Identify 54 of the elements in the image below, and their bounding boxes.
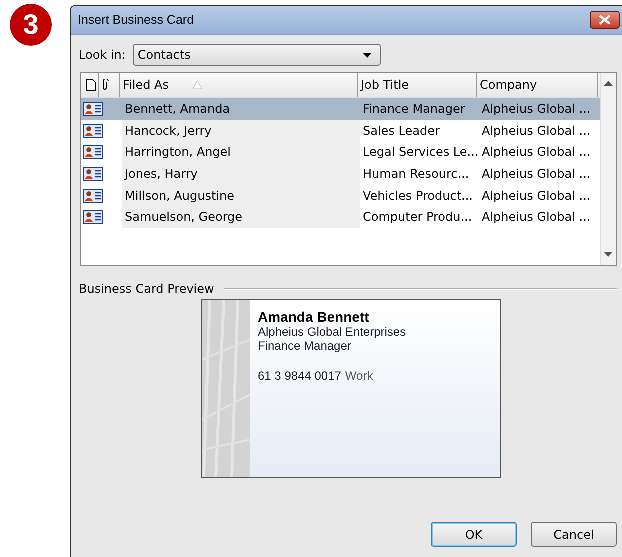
- window-title: Insert Business Card: [78, 13, 194, 27]
- scroll-down-icon: [604, 252, 613, 257]
- scroll-up-icon: [604, 81, 613, 86]
- document-icon: [86, 79, 96, 91]
- table-cell: Samuelson, George: [122, 206, 360, 228]
- contact-row[interactable]: Millson, Augustine Vehicles Product... Alpheius Global ...: [81, 184, 600, 206]
- table-cell-text: Alpheius Global ...: [481, 166, 592, 181]
- table-cell: Harrington, Angel: [122, 141, 360, 164]
- table-cell-text: Alpheius Global ...: [481, 188, 592, 203]
- look-in-dropdown[interactable]: Contacts: [132, 44, 381, 66]
- column-header[interactable]: Job Title: [358, 73, 477, 97]
- contact-card-icon: [83, 210, 103, 224]
- contact-card-icon: [83, 124, 103, 138]
- column-header[interactable]: Company: [477, 73, 598, 97]
- phone-number: 61 3 9844 0017: [258, 369, 342, 383]
- table-cell: Millson, Augustine: [122, 184, 360, 206]
- contact-card-icon: [83, 145, 103, 160]
- contact-card-icon: [83, 188, 103, 203]
- table-cell: Jones, Harry: [122, 163, 360, 185]
- contact-card-icon: [83, 102, 103, 116]
- job-title: Finance Manager: [258, 339, 352, 353]
- preview-label: Business Card Preview: [79, 282, 214, 296]
- table-cell-text: Alpheius Global ...: [481, 145, 592, 160]
- table-cell-text: Computer Produ...: [362, 210, 474, 224]
- table-cell: Hancock, Jerry: [122, 120, 360, 142]
- contact-row[interactable]: Harrington, Angel Legal Services Le... Alpheius Global ...: [81, 141, 600, 164]
- contact-card-icon: [83, 166, 103, 181]
- table-cell-text: Bennett, Amanda: [124, 100, 232, 118]
- table-cell-text: Legal Services Le...: [362, 145, 479, 160]
- sort-arrow-icon: [192, 81, 202, 89]
- contact-row[interactable]: Jones, Harry Human Resourc... Alpheius Global ...: [81, 163, 600, 185]
- contact-name: Amanda Bennett: [258, 309, 370, 325]
- table-cell-text: Alpheius Global ...: [481, 102, 592, 116]
- table-cell-text: Alpheius Global ...: [481, 124, 592, 138]
- caret-icon: [362, 52, 372, 58]
- table-cell-text: Finance Manager: [362, 102, 466, 116]
- company-name: Alpheius Global Enterprises: [258, 325, 406, 339]
- contact-row[interactable]: Samuelson, George Computer Produ... Alpheius Global ...: [81, 206, 600, 228]
- step-number-badge: 3: [10, 4, 52, 46]
- look-in-label: Look in:: [79, 48, 126, 62]
- phone-type: Work: [345, 369, 374, 383]
- table-cell-text: Human Resourc...: [362, 166, 470, 181]
- close-button[interactable]: [590, 11, 620, 29]
- scrollbar[interactable]: [600, 73, 616, 265]
- cancel-button[interactable]: Cancel: [531, 522, 617, 547]
- close-icon: [599, 15, 611, 25]
- ok-button[interactable]: OK: [431, 522, 517, 547]
- table-cell-text: Alpheius Global ...: [481, 210, 592, 224]
- table-cell-text: Vehicles Product...: [362, 188, 474, 203]
- column-header[interactable]: Filed As: [120, 73, 358, 97]
- paperclip-icon: [102, 79, 109, 91]
- contact-row[interactable]: Bennett, Amanda Finance Manager Alpheius Global ...: [81, 98, 600, 120]
- contact-row[interactable]: Hancock, Jerry Sales Leader Alpheius Global ...: [81, 120, 600, 142]
- table-cell-text: Sales Leader: [362, 124, 441, 138]
